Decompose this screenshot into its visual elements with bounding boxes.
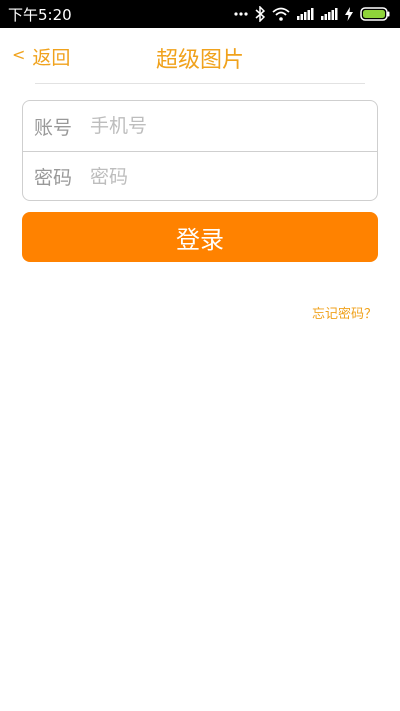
forgot-password-link[interactable]: 忘记密码？ — [312, 303, 377, 322]
password-label: 密码 — [34, 167, 73, 189]
signal-icon — [321, 8, 338, 20]
wifi-icon — [272, 7, 290, 21]
status-icons — [234, 6, 390, 22]
bluetooth-icon — [255, 6, 265, 22]
more-dots-icon — [234, 12, 248, 16]
password-input[interactable] — [90, 165, 350, 188]
nav-bar: < 返回 超级图片 — [0, 28, 400, 84]
account-label: 账号 — [34, 116, 73, 139]
password-row: 密码 — [23, 151, 377, 201]
login-form: 账号 密码 — [22, 100, 378, 201]
login-button[interactable]: 登录 — [22, 212, 378, 262]
charging-icon — [345, 7, 353, 21]
status-time: 下午5:20 — [8, 5, 72, 24]
account-input[interactable] — [90, 115, 350, 137]
page-title: 超级图片 — [155, 48, 244, 73]
battery-icon — [360, 7, 390, 21]
account-row: 账号 — [23, 101, 377, 151]
status-bar: 下午5:20 — [0, 0, 400, 28]
signal-icon — [297, 8, 314, 20]
nav-divider — [35, 83, 365, 84]
